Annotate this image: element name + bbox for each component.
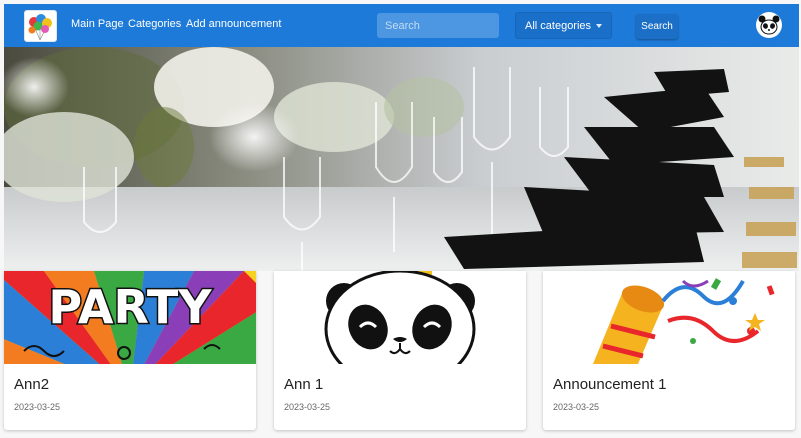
chevron-down-icon [596,24,602,28]
category-select[interactable]: All categories [515,12,612,39]
card-title: Ann2 [14,376,50,393]
nav-link-add-announcement[interactable]: Add announcement [186,18,281,30]
balloons-logo-icon[interactable] [24,10,57,42]
navbar: Main Page Categories Add announcement Al… [4,4,799,47]
nav-link-categories[interactable]: Categories [128,18,181,30]
nav-link-main-page[interactable]: Main Page [71,18,124,30]
panda-avatar-icon [758,15,780,35]
announcement-card[interactable]: PARTY Ann2 2023-03-25 [4,271,256,430]
card-title: Announcement 1 [553,376,667,393]
panda-face-image [274,271,526,364]
card-title: Ann 1 [284,376,324,393]
card-date: 2023-03-25 [553,402,600,412]
announcement-card[interactable]: Ann 1 2023-03-25 [274,271,526,430]
card-date: 2023-03-25 [14,402,61,412]
hero-banner-image [4,47,799,271]
search-button[interactable]: Search [636,14,678,39]
search-input[interactable] [377,13,499,38]
party-popper-image [543,271,795,364]
card-date: 2023-03-25 [284,402,331,412]
party-banner-text: PARTY [48,280,212,334]
party-banner-image: PARTY [4,271,256,364]
avatar[interactable] [756,12,782,38]
category-select-value: All categories [525,20,592,32]
announcement-card[interactable]: Announcement 1 2023-03-25 [543,271,795,430]
